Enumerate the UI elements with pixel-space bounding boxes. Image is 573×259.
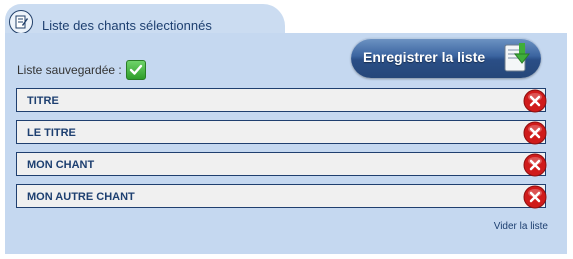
document-edit-icon — [9, 10, 33, 34]
song-title: MON AUTRE CHANT — [27, 191, 135, 203]
delete-icon[interactable] — [523, 185, 547, 209]
delete-icon[interactable] — [523, 89, 547, 113]
selected-songs-panel: Liste des chants sélectionnés Liste sauv… — [5, 0, 567, 254]
save-status-label: Liste sauvegardée : — [17, 63, 122, 77]
save-list-label: Enregistrer la liste — [363, 49, 486, 65]
save-status: Liste sauvegardée : — [17, 60, 146, 80]
save-list-button[interactable]: Enregistrer la liste — [351, 38, 541, 78]
delete-icon[interactable] — [523, 121, 547, 145]
song-title: MON CHANT — [27, 159, 95, 171]
song-title: TITRE — [27, 95, 59, 107]
download-save-icon — [499, 41, 533, 80]
song-row: TITRE — [16, 88, 547, 113]
song-row: MON CHANT — [16, 152, 547, 177]
panel-body: Liste sauvegardée : Enregistrer la liste — [5, 33, 567, 254]
song-row: MON AUTRE CHANT — [16, 184, 547, 209]
delete-icon[interactable] — [523, 153, 547, 177]
checkmark-icon — [125, 60, 146, 80]
clear-list-link[interactable]: Vider la liste — [494, 221, 548, 232]
song-title: LE TITRE — [27, 127, 76, 139]
song-row: LE TITRE — [16, 120, 547, 145]
panel-tab: Liste des chants sélectionnés — [5, 4, 285, 36]
panel-title: Liste des chants sélectionnés — [42, 18, 212, 33]
